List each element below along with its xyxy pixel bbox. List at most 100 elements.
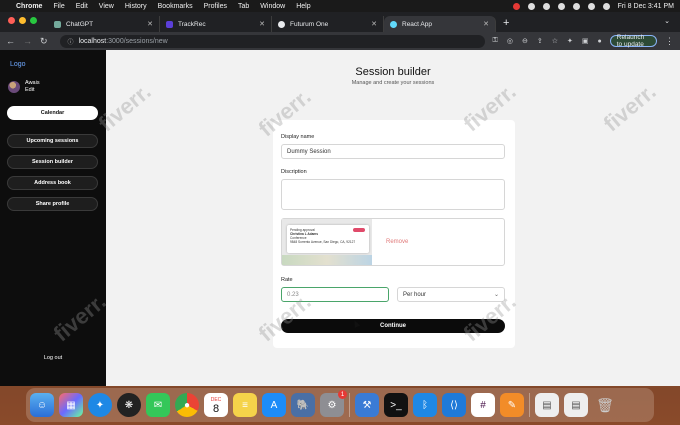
tab-futurum-one[interactable]: Futurum One ✕	[272, 16, 384, 32]
bookmark-star-icon[interactable]: ☆	[552, 37, 558, 45]
maximize-window-icon[interactable]	[30, 17, 37, 24]
search-icon[interactable]	[587, 2, 595, 10]
sidebar-item-calendar[interactable]: Calendar	[7, 106, 98, 120]
launchpad-icon[interactable]: ▦	[59, 393, 83, 417]
chatgpt-app-icon[interactable]: ❋	[117, 393, 141, 417]
terminal-icon[interactable]: >_	[384, 393, 408, 417]
close-tab-icon[interactable]: ✕	[259, 20, 265, 28]
dock-separator	[529, 393, 530, 417]
xcode-icon[interactable]: ⚒	[355, 393, 379, 417]
remove-attachment-button[interactable]: Remove	[386, 239, 408, 245]
chatgpt-favicon-icon	[54, 20, 61, 28]
notes-icon[interactable]: ≡	[233, 393, 257, 417]
rate-unit-select[interactable]: Per hour ⌄	[397, 287, 505, 302]
calendar-icon[interactable]: DEC 8	[204, 393, 228, 417]
rate-input[interactable]: 0.23	[281, 287, 389, 302]
vscode-icon[interactable]: ⟨⟩	[442, 393, 466, 417]
status-icon[interactable]	[527, 2, 535, 10]
reload-icon[interactable]: ↻	[40, 36, 48, 47]
relaunch-button[interactable]: Relaunch to update	[609, 34, 657, 48]
thumbnail-document: Pending approval Christina L Adams Confe…	[287, 225, 369, 253]
menu-history[interactable]: History	[125, 3, 147, 10]
sidebar-item-share-profile[interactable]: Share profile	[7, 197, 98, 211]
headphones-icon[interactable]	[542, 2, 550, 10]
thumbnail-map	[282, 255, 372, 265]
extensions-icon[interactable]: ✦	[567, 37, 573, 45]
profile-icon[interactable]: ●	[598, 38, 602, 45]
menu-bookmarks[interactable]: Bookmarks	[158, 3, 193, 10]
menu-edit[interactable]: Edit	[76, 3, 88, 10]
tab-chatgpt[interactable]: ChatGPT ✕	[48, 16, 160, 32]
edit-profile-link[interactable]: Edit	[25, 87, 40, 94]
attachment-dropzone[interactable]: Pending approval Christina L Adams Confe…	[281, 218, 505, 266]
continue-button[interactable]: Continue	[281, 319, 505, 333]
document-icon[interactable]: ▤	[535, 393, 559, 417]
trash-icon[interactable]: 🗑	[593, 393, 617, 417]
wifi-icon[interactable]	[572, 2, 580, 10]
address-bar[interactable]: ⓘ localhost:3000/sessions/new	[59, 34, 485, 48]
messages-icon[interactable]: ✉	[146, 393, 170, 417]
menu-profiles[interactable]: Profiles	[204, 3, 227, 10]
control-center-icon[interactable]	[602, 2, 610, 10]
menu-window[interactable]: Window	[260, 3, 285, 10]
new-tab-icon[interactable]: +	[503, 17, 509, 29]
sidebar-item-address-book[interactable]: Address book	[7, 176, 98, 190]
site-info-icon[interactable]: ⓘ	[68, 37, 74, 46]
tab-title: Futurum One	[290, 20, 329, 28]
tab-search-chevron-icon[interactable]: ⌄	[664, 17, 670, 25]
eye-icon[interactable]: ◎	[507, 37, 513, 45]
tab-react-app[interactable]: React App ✕	[384, 16, 496, 32]
sidebar-item-upcoming-sessions[interactable]: Upcoming sessions	[7, 134, 98, 148]
page-subtitle: Manage and create your sessions	[351, 80, 435, 86]
system-settings-icon[interactable]: ⚙ 1	[320, 390, 347, 417]
menu-file[interactable]: File	[53, 3, 64, 10]
tab-trackrec[interactable]: TrackRec ✕	[160, 16, 272, 32]
finder-icon[interactable]: ☺	[30, 393, 54, 417]
menu-app[interactable]: Chrome	[16, 3, 42, 10]
tab-strip: ChatGPT ✕ TrackRec ✕ Futurum One ✕ React…	[0, 12, 680, 32]
chrome-icon[interactable]: ●	[175, 393, 199, 417]
safari-icon[interactable]: ✦	[88, 393, 112, 417]
menu-view[interactable]: View	[99, 3, 114, 10]
watermark: fiverr.	[598, 78, 661, 137]
slack-icon[interactable]: #	[471, 393, 495, 417]
menu-tab[interactable]: Tab	[238, 3, 249, 10]
trackrec-favicon-icon	[166, 20, 173, 28]
bluetooth-icon[interactable]: ᛒ	[413, 393, 437, 417]
record-icon[interactable]	[512, 2, 520, 10]
menu-help[interactable]: Help	[296, 3, 310, 10]
forward-icon[interactable]: →	[23, 36, 32, 46]
share-icon[interactable]: ⇪	[537, 37, 543, 45]
minimize-window-icon[interactable]	[19, 17, 26, 24]
document-icon[interactable]: ▤	[564, 393, 588, 417]
app-logo[interactable]: Logo	[10, 61, 26, 68]
page-title: Session builder	[355, 66, 431, 78]
attachment-thumbnail: Pending approval Christina L Adams Confe…	[282, 219, 372, 265]
display-name-input[interactable]: Dummy Session	[281, 144, 505, 159]
chevron-down-icon: ⌄	[493, 292, 499, 298]
pages-icon[interactable]: ✎	[500, 393, 524, 417]
play-icon[interactable]	[557, 2, 565, 10]
mac-dock: ☺ ▦ ✦ ❋ ✉ ● DEC 8 ≡ A 🐘 ⚙ 1 ⚒ >_ ᛒ ⟨⟩ # …	[26, 388, 654, 422]
tab-title: TrackRec	[178, 20, 206, 28]
sidebar: Logo Awais Edit Calendar Upcoming sessio…	[0, 50, 106, 386]
settings-badge: 1	[338, 390, 347, 399]
close-window-icon[interactable]	[8, 17, 15, 24]
close-tab-icon[interactable]: ✕	[483, 20, 489, 28]
tab-title: ChatGPT	[66, 20, 94, 28]
avatar[interactable]	[8, 81, 20, 93]
menubar-clock[interactable]: Fri 8 Dec 3:41 PM	[618, 3, 674, 10]
display-name-label: Display name	[281, 134, 315, 140]
zoom-icon[interactable]: ⊖	[522, 37, 528, 45]
close-tab-icon[interactable]: ✕	[147, 20, 153, 28]
logout-link[interactable]: Log out	[0, 355, 106, 361]
more-menu-icon[interactable]: ⋮	[665, 36, 674, 47]
back-icon[interactable]: ←	[6, 36, 15, 46]
close-tab-icon[interactable]: ✕	[371, 20, 377, 28]
postgres-icon[interactable]: 🐘	[291, 393, 315, 417]
key-icon[interactable]: ⚿	[493, 37, 498, 45]
sidebar-item-session-builder[interactable]: Session builder	[7, 155, 98, 169]
description-textarea[interactable]	[281, 179, 505, 210]
sidepanel-icon[interactable]: ▣	[582, 37, 589, 45]
app-store-icon[interactable]: A	[262, 393, 286, 417]
